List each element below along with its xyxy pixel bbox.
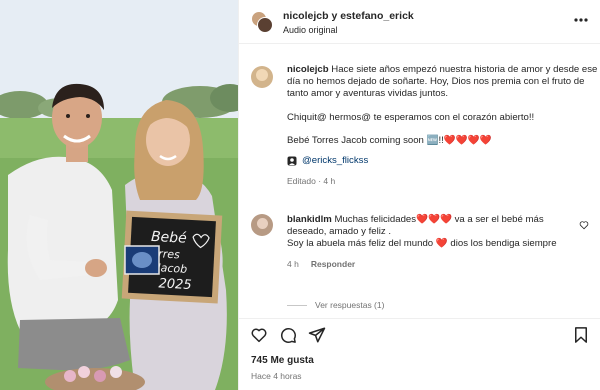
view-replies[interactable]: Ver respuestas (1) <box>287 300 384 310</box>
header-avatars[interactable] <box>251 11 273 33</box>
board-line-1: Bebé <box>151 229 188 247</box>
caption-username[interactable]: nicolejcb <box>287 64 329 75</box>
audio-label[interactable]: Audio original <box>283 25 338 35</box>
post-time: Hace 4 horas <box>251 371 302 381</box>
likes-count[interactable]: 745 Me gusta <box>251 355 314 366</box>
username-link-2[interactable]: estefano_erick <box>340 10 414 22</box>
avatar[interactable] <box>251 66 273 88</box>
username-link-1[interactable]: nicolejcb <box>283 10 329 22</box>
comment-icon[interactable] <box>279 326 297 344</box>
comment-meta: 4 h Responder <box>287 258 583 270</box>
board-line-4: 2025 <box>158 276 192 293</box>
comment-text-4: dios los bendiga siempre <box>450 238 557 250</box>
avatar[interactable] <box>251 214 273 236</box>
post-header: nicolejcb y estefano_erick Audio origina… <box>239 0 600 44</box>
heart-icon[interactable] <box>250 326 268 344</box>
username-joiner: y <box>331 10 338 22</box>
header-usernames: nicolejcb y estefano_erick <box>283 10 414 22</box>
caption-body: nicolejcb Hace siete años empezó nuestra… <box>287 64 599 187</box>
avatar <box>257 17 273 33</box>
comment-heart: ❤️ <box>435 238 448 250</box>
person-tag-icon <box>287 156 297 166</box>
heart-icon[interactable] <box>579 220 589 230</box>
comment-time: 4 h <box>287 258 299 269</box>
share-icon[interactable] <box>308 326 326 344</box>
comment-hearts: ❤️❤️❤️ <box>416 214 452 225</box>
comment-text-1: Muchas felicidades <box>334 214 417 225</box>
caption-paragraph-2: Chiquit@ hermos@ te esperamos con el cor… <box>287 111 535 123</box>
couple-photo: Bebé Torres Jacob 2025 <box>0 0 238 390</box>
reply-button[interactable]: Responder <box>311 258 355 270</box>
comment-body: blankidlm Muchas felicidades❤️❤️❤️ va a … <box>287 214 583 270</box>
caption-text-1: Hace siete años empezó nuestra historia … <box>287 64 598 100</box>
comment-text-3: Soy la abuela más feliz del mundo <box>287 238 434 250</box>
comment-text: blankidlm Muchas felicidades❤️❤️❤️ va a … <box>287 214 583 251</box>
caption-meta: Editado · 4 h <box>287 176 336 187</box>
board-line-3: Jacob <box>155 261 187 276</box>
caption-paragraph-3: Bebé Torres Jacob coming soon 🆕!!❤️❤️❤️❤… <box>287 134 492 146</box>
more-icon[interactable] <box>573 12 589 28</box>
bookmark-icon[interactable] <box>572 326 590 344</box>
comment-username[interactable]: blankidlm <box>287 214 332 225</box>
post-photo[interactable]: Bebé Torres Jacob 2025 <box>0 0 238 390</box>
post-actions: 745 Me gusta Hace 4 horas <box>239 318 600 390</box>
tagged-user[interactable]: @ericks_flickss <box>287 155 599 167</box>
post-panel: nicolejcb y estefano_erick Audio origina… <box>238 0 600 390</box>
tagged-username[interactable]: @ericks_flickss <box>302 155 368 167</box>
replies-divider <box>287 304 307 306</box>
caption-paragraph-1: nicolejcb Hace siete años empezó nuestra… <box>287 64 599 101</box>
chalkboard-sign: Bebé Torres Jacob 2025 <box>121 210 223 304</box>
view-replies-label[interactable]: Ver respuestas (1) <box>315 300 384 310</box>
